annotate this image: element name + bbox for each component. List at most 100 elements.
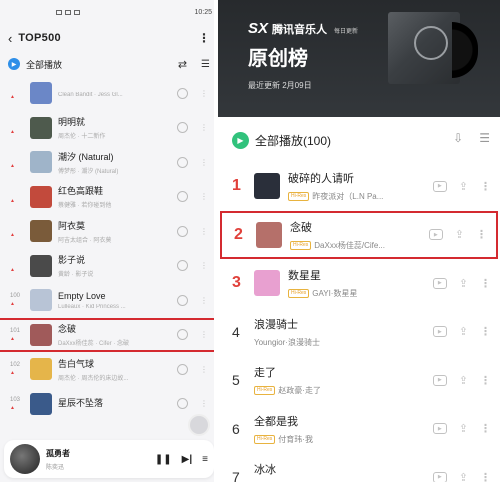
chart-banner: SX 腾讯音乐人 每日更新 原创榜 最近更新 2月09日 [218,0,500,117]
brand-logo: SX [248,20,269,37]
song-thumbnail[interactable] [30,392,52,415]
video-icon[interactable]: ▶ [432,180,447,192]
list-item[interactable]: ▲ 潮汐 (Natural) 傅梦彤 · 潮汐 (Natural) ⋮ [0,145,218,180]
song-title: 红色高跟鞋 [58,186,104,197]
play-icon[interactable] [177,260,188,272]
more-icon[interactable]: ⋮ [200,261,208,270]
play-icon[interactable] [177,191,188,203]
list-item[interactable]: ▲ Clean Bandit · Jess Gl... ⋮ [0,76,218,111]
more-icon[interactable]: ⋮ [200,365,208,374]
multi-select-icon[interactable]: ☰ [479,131,490,145]
play-all-icon[interactable]: ▶ [8,58,20,70]
list-item[interactable]: 4 浪漫骑士 Youngior·浪漫骑士 ▶ ⇪ ⋮ [218,308,500,357]
more-icon[interactable]: ⋮ [480,374,491,387]
song-thumbnail[interactable] [30,116,52,139]
play-icon[interactable] [177,398,188,410]
more-icon[interactable]: ⋮ [480,471,491,482]
download-icon[interactable]: ⇩ [453,131,463,145]
list-item[interactable]: 6 全都是我 Hi-Res 付育玮·我 ▶ ⇪ ⋮ [218,405,500,454]
song-thumbnail[interactable] [30,220,52,243]
album-cover[interactable] [10,444,40,474]
song-thumbnail[interactable] [30,151,52,174]
left-screenshot: 10:25 ‹ TOP500 ⋮ ▶ 全部播放 ⇄ ☰ ▲ Clean Bandi… [0,0,218,482]
play-icon[interactable] [177,156,188,168]
floating-button[interactable] [188,414,210,436]
brand: SX 腾讯音乐人 每日更新 [248,20,358,37]
pause-icon[interactable]: ❚❚ [155,454,172,465]
play-all-icon[interactable]: ▶ [232,131,249,149]
share-icon[interactable]: ⇪ [459,422,468,435]
rank-number: ▲ [10,232,15,239]
list-item[interactable]: ▲ 红色高跟鞋 蔡健雅 · 若你碰到他 ⋮ [0,180,218,215]
play-icon[interactable] [177,87,188,99]
list-item[interactable]: ▲ 影子说 黄龄 · 影子说 ⋮ [0,249,218,284]
song-title: 明明就 [58,117,86,128]
share-icon[interactable]: ⇪ [459,180,468,193]
play-icon[interactable] [177,363,188,375]
song-thumbnail[interactable] [30,82,52,105]
list-item[interactable]: ▲ 阿衣莫 阿吉太组合 · 阿衣莫 ⋮ [0,214,218,249]
more-icon[interactable]: ⋮ [480,277,491,290]
shuffle-icon[interactable]: ⇄ [178,58,187,71]
song-thumbnail[interactable] [30,185,52,208]
next-icon[interactable]: ▶| [182,454,193,465]
list-item[interactable]: 103 ▲ 星辰不坠落 ⋮ [0,387,218,422]
more-icon[interactable]: ⋮ [200,123,208,132]
play-icon[interactable] [177,122,188,134]
list-item[interactable]: 2 念破 Hi-Res DaXxx杨佳蕊/Cife... ▶ ⇪ ⋮ [220,210,498,259]
more-icon[interactable]: ⋮ [200,158,208,167]
more-icon[interactable]: ⋮ [200,296,208,305]
back-icon[interactable]: ‹ [8,31,12,46]
play-icon[interactable] [177,294,188,306]
list-item[interactable]: 3 数星星 Hi-Res GAYI·数星星 ▶ ⇪ ⋮ [218,259,500,308]
more-icon[interactable]: ⋮ [200,227,208,236]
video-icon[interactable]: ▶ [432,471,447,482]
more-icon[interactable]: ⋮ [480,422,491,435]
video-icon[interactable]: ▶ [432,423,447,435]
list-item[interactable]: 7冰冰Hi-ResPokeB/王极·冰冰▶⇪⋮ [218,453,500,482]
share-icon[interactable]: ⇪ [459,471,468,482]
video-icon[interactable]: ▶ [428,229,443,241]
more-icon[interactable]: ⋮ [480,180,491,193]
list-item[interactable]: 100 ▲ Empty Love Lulleaux · Kid Princess ..… [0,283,218,318]
more-icon[interactable]: ⋮ [480,325,491,338]
rank-number: ▲ [10,266,15,273]
play-all-label[interactable]: 全部播放(100) [255,132,331,149]
list-item[interactable]: 5 走了 Hi-Res 赵政豪·走了 ▶ ⇪ ⋮ [218,356,500,405]
more-icon[interactable]: ⋮ [198,31,210,45]
share-icon[interactable]: ⇪ [455,228,464,241]
share-icon[interactable]: ⇪ [459,374,468,387]
more-icon[interactable]: ⋮ [476,228,487,241]
song-thumbnail[interactable] [254,173,280,200]
play-all-label[interactable]: 全部播放 [26,58,62,71]
play-icon[interactable] [177,225,188,237]
list-item[interactable]: 1 破碎的人请听 Hi-Res 昨夜派对（L.N Pa... ▶ ⇪ ⋮ [218,162,500,211]
more-icon[interactable]: ⋮ [200,89,208,98]
video-icon[interactable]: ▶ [432,374,447,386]
song-thumbnail[interactable] [256,221,282,248]
share-icon[interactable]: ⇪ [459,277,468,290]
song-thumbnail[interactable] [254,270,280,297]
song-subtitle: Clean Bandit · Jess Gl... [58,91,123,98]
play-icon[interactable] [177,329,188,341]
video-icon[interactable]: ▶ [432,277,447,289]
play-all-bar[interactable]: ▶ 全部播放 ⇄ ☰ [0,54,218,74]
song-thumbnail[interactable] [30,254,52,277]
rank-number: ▲ [10,163,15,170]
more-icon[interactable]: ⋮ [200,330,208,339]
song-thumbnail[interactable] [30,323,52,346]
song-thumbnail[interactable] [30,358,52,381]
list-icon[interactable]: ☰ [201,59,210,70]
hi-res-badge: Hi-Res [254,434,276,444]
share-icon[interactable]: ⇪ [459,325,468,338]
list-item[interactable]: 102 ▲ 告白气球 周杰伦 · 周杰伦的床边故... ⋮ [0,352,218,387]
play-all-bar[interactable]: ▶ 全部播放(100) [232,130,331,150]
list-item[interactable]: ▲ 明明就 周杰伦 · 十二新作 ⋮ [0,111,218,146]
mini-player[interactable]: 孤勇者 陈奕迅 ❚❚ ▶| ≡ [4,440,214,478]
more-icon[interactable]: ⋮ [200,399,208,408]
playlist-icon[interactable]: ≡ [202,454,208,465]
song-thumbnail[interactable] [30,289,52,312]
video-icon[interactable]: ▶ [432,326,447,338]
list-item[interactable]: 101 ▲ 念破 DaXxx杨佳蕊 · Cifer · 念破 ⋮ [0,317,218,352]
more-icon[interactable]: ⋮ [200,192,208,201]
